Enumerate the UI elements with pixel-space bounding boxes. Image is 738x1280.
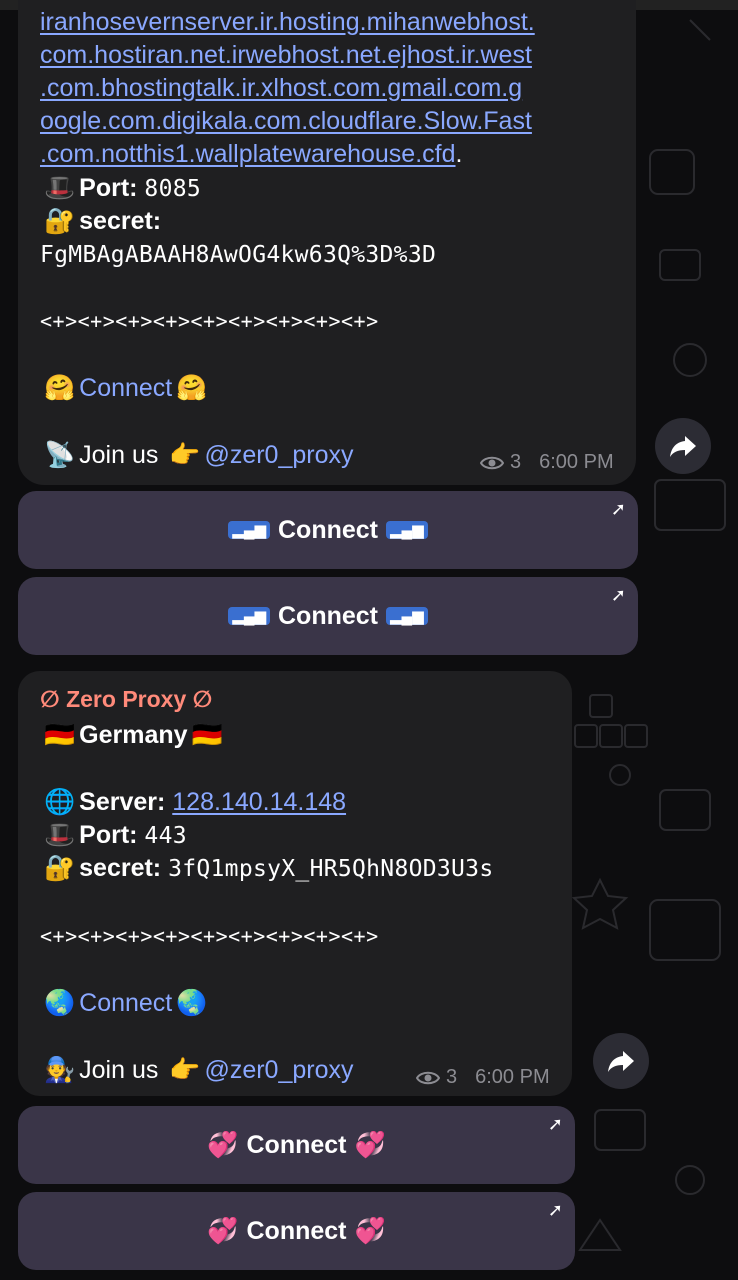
- forward-arrow-icon: [670, 436, 696, 457]
- message-time: 6:00 PM: [475, 1066, 550, 1088]
- channel-link[interactable]: @zer0_proxy: [204, 1056, 353, 1084]
- message-bubble[interactable]: iranhosevernserver.ir.hosting.mihanwebho…: [18, 0, 636, 485]
- separator: <+><+><+><+><+><+><+><+><+>: [40, 309, 379, 333]
- signal-bars-icon: ▂▄▆: [228, 607, 270, 625]
- secret-row: 🔐 secret: 3fQ1mpsyX_HR5QhN8OD3U3s: [40, 852, 493, 886]
- sparkling-heart-icon: 💞: [207, 1216, 239, 1245]
- message-meta: 3 6:00 PM: [480, 451, 614, 474]
- channel-title: ∅ Zero Proxy ∅: [40, 686, 213, 712]
- sparkling-heart-icon: 💞: [354, 1216, 386, 1245]
- signal-bars-icon: ▂▄▆: [386, 521, 428, 539]
- port-label: Port:: [79, 821, 138, 849]
- secret-label: secret:: [79, 207, 162, 235]
- proxy-host-link-line[interactable]: oogle.com.digikala.com.cloudflare.Slow.F…: [40, 105, 532, 138]
- port-value: 443: [144, 823, 187, 849]
- port-row: 🎩 Port: 8085: [40, 172, 201, 206]
- eye-icon: [480, 456, 504, 469]
- forward-arrow-icon: [608, 1051, 634, 1072]
- satellite-dish-icon: 📡: [44, 441, 76, 469]
- proxy-host-link-line[interactable]: .com.bhostingtalk.ir.xlhost.com.gmail.co…: [40, 72, 522, 105]
- germany-flag-icon: 🇩🇪: [191, 721, 223, 749]
- pointing-hand-icon: 👉: [169, 441, 201, 469]
- view-count: 3: [446, 1066, 458, 1088]
- inline-connect-button[interactable]: ▂▄▆ Connect ▂▄▆ ➚: [18, 491, 638, 569]
- server-row: 🌐 Server: 128.140.14.148: [40, 786, 346, 819]
- message-meta: 3 6:00 PM: [416, 1066, 550, 1089]
- sparkling-heart-icon: 💞: [354, 1130, 386, 1159]
- hugging-face-icon: 🤗: [176, 374, 208, 402]
- proxy-host-link-line[interactable]: com.hostiran.net.irwebhost.net.ejhost.ir…: [40, 39, 532, 72]
- lock-key-icon: 🔐: [44, 854, 76, 882]
- channel-link[interactable]: @zer0_proxy: [204, 441, 353, 469]
- hat-icon: 🎩: [44, 174, 76, 202]
- join-text: Join us: [79, 1056, 159, 1084]
- join-row: 🧑‍🔧 Join us 👉 @zer0_proxy: [40, 1054, 354, 1087]
- external-link-arrow-icon: ➚: [547, 1114, 563, 1134]
- join-text: Join us: [79, 441, 159, 469]
- server-label: Server:: [79, 788, 166, 816]
- globe-icon: 🌐: [44, 788, 76, 816]
- forward-button[interactable]: [655, 418, 711, 474]
- external-link-arrow-icon: ➚: [547, 1200, 563, 1220]
- message-bubble[interactable]: ∅ Zero Proxy ∅ 🇩🇪 Germany 🇩🇪 🌐 Server: 128.…: [18, 671, 572, 1096]
- hat-icon: 🎩: [44, 821, 76, 849]
- proxy-host-link-last: .com.notthis1.wallplatewarehouse.cfd.: [40, 140, 463, 168]
- country-row: 🇩🇪 Germany 🇩🇪: [40, 719, 227, 752]
- country-name: Germany: [79, 721, 188, 749]
- port-row: 🎩 Port: 443: [40, 819, 187, 853]
- inline-connect-button[interactable]: 💞 Connect 💞 ➚: [18, 1106, 575, 1184]
- eye-icon: [416, 1071, 440, 1084]
- hugging-face-icon: 🤗: [44, 374, 76, 402]
- server-value-link[interactable]: 128.140.14.148: [172, 788, 346, 816]
- join-row: 📡 Join us 👉 @zer0_proxy: [40, 439, 354, 472]
- forward-button[interactable]: [593, 1033, 649, 1089]
- proxy-host-link-line[interactable]: iranhosevernserver.ir.hosting.mihanwebho…: [40, 6, 535, 39]
- port-label: Port:: [79, 174, 138, 202]
- inline-connect-button[interactable]: 💞 Connect 💞 ➚: [18, 1192, 575, 1270]
- inline-connect-button[interactable]: ▂▄▆ Connect ▂▄▆ ➚: [18, 577, 638, 655]
- connect-row: 🤗 Connect 🤗: [40, 372, 211, 405]
- secret-value: FgMBAgABAAH8AwOG4kw63Q%3D%3D: [40, 242, 437, 268]
- sparkling-heart-icon: 💞: [207, 1130, 239, 1159]
- view-count: 3: [510, 451, 522, 473]
- secret-row: 🔐 secret:: [40, 205, 161, 238]
- earth-globe-icon: 🌏: [176, 989, 208, 1017]
- secret-value: 3fQ1mpsyX_HR5QhN8OD3U3s: [168, 856, 494, 882]
- signal-bars-icon: ▂▄▆: [386, 607, 428, 625]
- external-link-arrow-icon: ➚: [610, 499, 626, 519]
- pointing-hand-icon: 👉: [169, 1056, 201, 1084]
- message-time: 6:00 PM: [539, 451, 614, 473]
- port-value: 8085: [144, 176, 202, 202]
- germany-flag-icon: 🇩🇪: [44, 721, 76, 749]
- earth-globe-icon: 🌏: [44, 989, 76, 1017]
- proxy-host-link-line[interactable]: .com.notthis1.wallplatewarehouse.cfd: [40, 140, 456, 168]
- person-icon: 🧑‍🔧: [44, 1056, 76, 1084]
- connect-row: 🌏 Connect 🌏: [40, 987, 211, 1020]
- external-link-arrow-icon: ➚: [610, 585, 626, 605]
- separator: <+><+><+><+><+><+><+><+><+>: [40, 924, 379, 948]
- connect-link[interactable]: Connect: [79, 374, 172, 402]
- connect-link[interactable]: Connect: [79, 989, 172, 1017]
- secret-label: secret:: [79, 854, 162, 882]
- lock-key-icon: 🔐: [44, 207, 76, 235]
- signal-bars-icon: ▂▄▆: [228, 521, 270, 539]
